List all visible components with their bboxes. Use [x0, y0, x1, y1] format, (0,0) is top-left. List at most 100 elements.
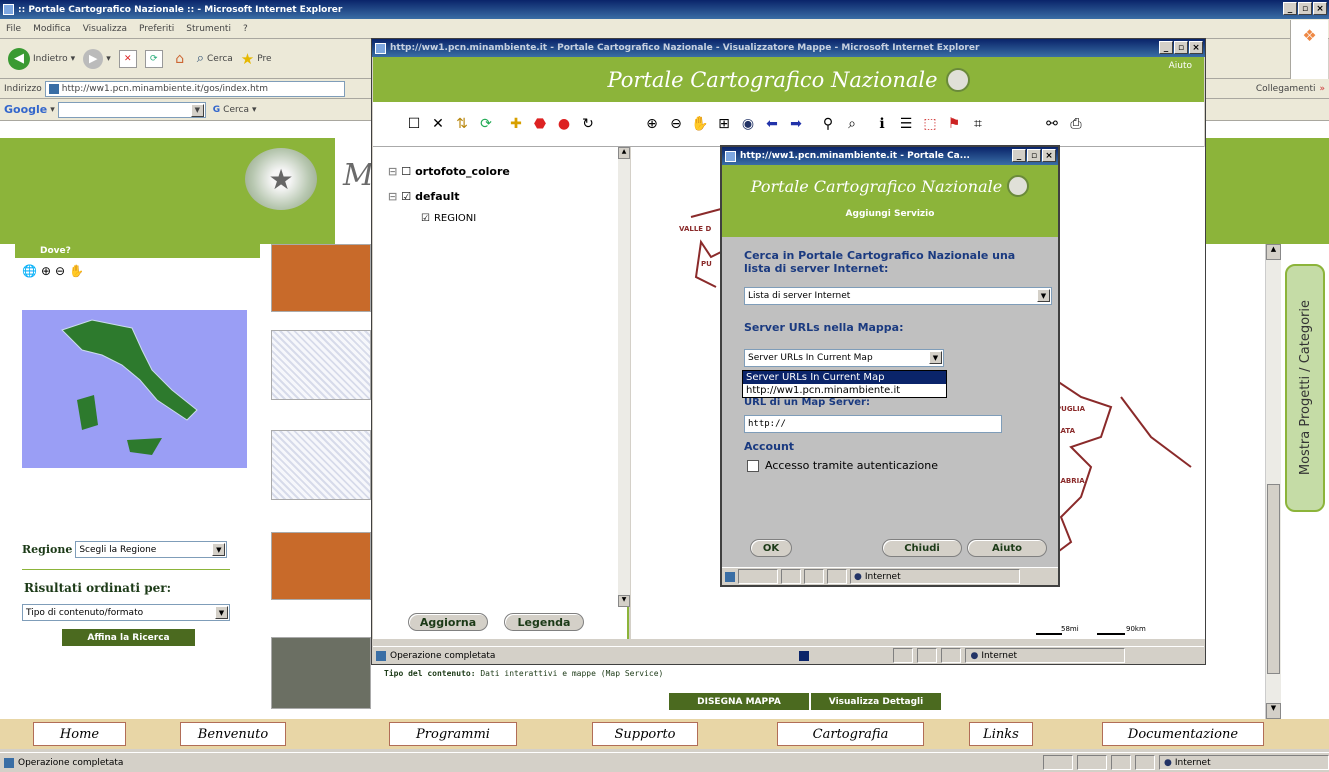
forward-extent-icon[interactable]: ➡	[785, 113, 807, 135]
checkbox-unchecked[interactable]: ☐	[401, 165, 411, 178]
globe-icon[interactable]: ◉	[737, 113, 759, 135]
maximize-button[interactable]: ▫	[1027, 149, 1041, 162]
refresh-icon[interactable]: ⟳	[144, 49, 163, 68]
menu-visualizza[interactable]: Visualizza	[83, 24, 127, 34]
expand-icon[interactable]: ⊟	[388, 165, 397, 178]
google-search-input[interactable]: ▼	[57, 101, 206, 118]
maximize-button[interactable]: ▫	[1174, 41, 1188, 54]
menu-file[interactable]: File	[6, 24, 21, 34]
pan-hand-icon[interactable]: ✋	[689, 113, 711, 135]
links-label[interactable]: Collegamenti	[1256, 84, 1316, 94]
menu-modifica[interactable]: Modifica	[33, 24, 71, 34]
nav-cartografia[interactable]: Cartografia	[777, 722, 924, 746]
scroll-down-icon[interactable]: ▼	[1266, 703, 1281, 719]
google-dropdown-arrow-icon[interactable]: ▼	[190, 103, 204, 117]
close-button[interactable]: ×	[1189, 41, 1203, 54]
minimize-button[interactable]: _	[1159, 41, 1173, 54]
layer-item[interactable]: ☑ REGIONI	[421, 213, 476, 224]
reload-icon[interactable]: ↻	[577, 113, 599, 135]
auth-checkbox-row[interactable]: Accesso tramite autenticazione	[747, 459, 938, 472]
minimize-button[interactable]: _	[1283, 2, 1297, 15]
chiudi-button[interactable]: Chiudi	[882, 539, 962, 557]
dropdown-option-selected[interactable]: Server URLs In Current Map	[743, 371, 946, 384]
dropdown-option[interactable]: http://ww1.pcn.minambiente.it	[743, 384, 946, 397]
delete-icon[interactable]: ✕	[427, 113, 449, 135]
add-layer-icon[interactable]: ✚	[505, 113, 527, 135]
layer-item[interactable]: ⊟ ☑ default	[388, 190, 460, 203]
expand-icon[interactable]: ⊟	[388, 190, 397, 203]
google-dropdown-icon[interactable]: ▾	[50, 105, 55, 115]
layer-order-icon[interactable]: ⇅	[451, 113, 473, 135]
result-thumbnail-3[interactable]	[271, 430, 371, 500]
nav-documentazione[interactable]: Documentazione	[1102, 722, 1264, 746]
aggiorna-button[interactable]: Aggiorna	[408, 613, 488, 631]
links-chevron-icon[interactable]: »	[1319, 84, 1325, 94]
layer-item[interactable]: ⊟ ☐ ortofoto_colore	[388, 165, 510, 178]
aiuto-button[interactable]: Aiuto	[967, 539, 1047, 557]
zoom-extent-icon[interactable]: ⊞	[713, 113, 735, 135]
google-search-button[interactable]: G Cerca ▾	[213, 105, 257, 115]
scroll-up-icon[interactable]: ▲	[1266, 244, 1281, 260]
chevron-down-icon[interactable]: ▼	[215, 606, 228, 619]
menu-preferiti[interactable]: Preferiti	[139, 24, 174, 34]
stop-layer-icon[interactable]: ⬣	[529, 113, 551, 135]
close-button[interactable]: ×	[1042, 149, 1056, 162]
menu-help[interactable]: ?	[243, 24, 248, 34]
record-icon[interactable]: ●	[553, 113, 575, 135]
pan-hand-icon[interactable]: ✋	[69, 264, 84, 278]
nav-supporto[interactable]: Supporto	[592, 722, 698, 746]
ok-button[interactable]: OK	[750, 539, 792, 557]
ordina-select[interactable]: Tipo di contenuto/formato ▼	[22, 604, 230, 621]
query-icon[interactable]: ⌕	[841, 113, 863, 135]
menu-strumenti[interactable]: Strumenti	[186, 24, 231, 34]
chevron-down-icon[interactable]: ▼	[929, 351, 942, 364]
zoom-out-icon[interactable]: ⊖	[55, 264, 65, 278]
disegna-mappa-button[interactable]: DISEGNA MAPPA	[669, 693, 809, 710]
scroll-up-icon[interactable]: ▲	[618, 147, 630, 159]
back-extent-icon[interactable]: ⬅	[761, 113, 783, 135]
minimize-button[interactable]: _	[1012, 149, 1026, 162]
legenda-button[interactable]: Legenda	[504, 613, 584, 631]
url-input[interactable]: http://	[744, 415, 1002, 433]
regione-select[interactable]: Scegli la Regione ▼	[75, 541, 228, 558]
chevron-down-icon[interactable]: ▼	[1037, 289, 1050, 302]
checkbox-checked[interactable]: ☑	[421, 213, 430, 224]
result-thumbnail-4[interactable]	[271, 532, 371, 600]
lista-server-select[interactable]: Lista di server Internet ▼	[744, 287, 1052, 305]
maximize-button[interactable]: ▫	[1298, 2, 1312, 15]
server-urls-select[interactable]: Server URLs In Current Map ▼	[744, 349, 944, 367]
chevron-down-icon[interactable]: ▼	[212, 543, 226, 556]
affina-button[interactable]: Affina la Ricerca	[62, 629, 195, 646]
legend-icon[interactable]: ☰	[895, 113, 917, 135]
address-input[interactable]: http://ww1.pcn.minambiente.it/gos/index.…	[44, 80, 345, 97]
page-scrollbar[interactable]: ▲ ▼	[1265, 244, 1281, 719]
home-icon[interactable]: ⌂	[171, 50, 189, 68]
checkbox-checked[interactable]: ☑	[401, 190, 411, 203]
zoom-in-icon[interactable]: ⊕	[41, 264, 51, 278]
new-doc-icon[interactable]: ☐	[403, 113, 425, 135]
result-thumbnail-1[interactable]	[271, 244, 371, 312]
result-thumbnail-5[interactable]	[271, 637, 371, 709]
select-icon[interactable]: ⬚	[919, 113, 941, 135]
italy-overview-map[interactable]	[22, 310, 247, 468]
scroll-thumb[interactable]	[1267, 484, 1280, 674]
checkbox-unchecked[interactable]	[747, 459, 759, 472]
nav-links[interactable]: Links	[969, 722, 1033, 746]
refresh-layers-icon[interactable]: ⟳	[475, 113, 497, 135]
nav-home[interactable]: Home	[33, 722, 126, 746]
forward-button[interactable]: ▶ ▾	[83, 48, 111, 69]
search-button[interactable]: ⌕ Cerca	[197, 51, 233, 66]
info-icon[interactable]: ℹ	[871, 113, 893, 135]
result-thumbnail-2[interactable]	[271, 330, 371, 400]
measure-icon[interactable]: ⌗	[967, 113, 989, 135]
binoculars-icon[interactable]: ⚯	[1041, 113, 1063, 135]
print-icon[interactable]: ⎙	[1065, 113, 1087, 135]
nav-benvenuto[interactable]: Benvenuto	[180, 722, 286, 746]
nav-programmi[interactable]: Programmi	[389, 722, 517, 746]
viewer-aiuto-link[interactable]: Aiuto	[1169, 61, 1192, 71]
find-icon[interactable]: ⚲	[817, 113, 839, 135]
zoom-in-icon[interactable]: ⊕	[641, 113, 663, 135]
zoom-out-icon[interactable]: ⊖	[665, 113, 687, 135]
side-tab-button[interactable]: Mostra Progetti / Categorie	[1285, 264, 1325, 512]
favorites-button[interactable]: ★ Pre	[241, 50, 272, 68]
